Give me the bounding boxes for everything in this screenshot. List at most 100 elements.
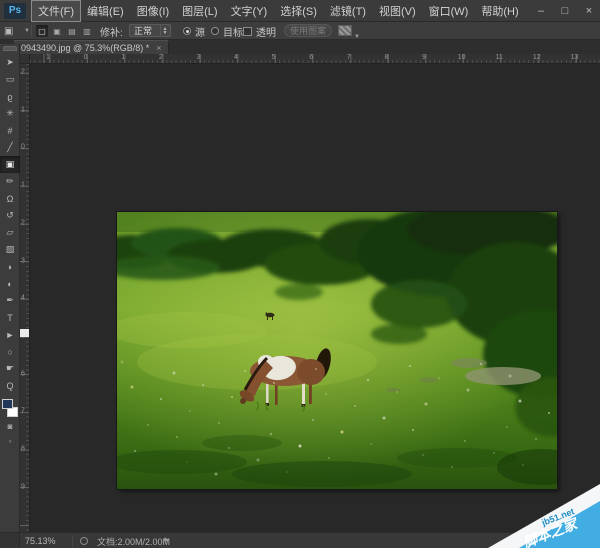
v-ruler-label: 3 (21, 257, 25, 264)
dodge-tool[interactable]: ◐ (0, 275, 20, 292)
h-ruler-label: 9 (422, 54, 426, 61)
brush-tool[interactable]: ✏ (0, 173, 20, 190)
menu-bar: 文件(F)编辑(E)图像(I)图层(L)文字(Y)选择(S)滤镜(T)视图(V)… (32, 0, 526, 21)
status-separator (72, 535, 73, 547)
status-corner (0, 533, 20, 548)
v-ruler-label: 0 (21, 144, 25, 151)
v-ruler-label: 1 (21, 106, 25, 113)
status-circle-icon (80, 537, 88, 545)
move-tool[interactable]: ➤ (0, 54, 20, 71)
patch-mode-value: 正常 (134, 24, 152, 37)
document-size-info[interactable]: 文档:2.00M/2.00M (97, 535, 170, 548)
h-ruler-label: 6 (309, 54, 313, 61)
type-tool[interactable]: T (0, 309, 20, 326)
horse-meadow-photo (117, 212, 557, 489)
document-tab-bar: 0943490.jpg @ 75.3%(RGB/8) * × (0, 40, 600, 54)
dropdown-spinner-icon[interactable]: ▲▼ (160, 25, 169, 36)
h-ruler-label: 11 (496, 54, 503, 61)
crop-tool[interactable]: # (0, 122, 20, 139)
h-ruler-label: 13 (570, 54, 578, 61)
pattern-swatch[interactable] (338, 25, 352, 36)
lasso-tool[interactable]: ϱ (0, 88, 20, 105)
menu-item-3[interactable]: 图层(L) (176, 1, 223, 21)
hand-tool[interactable]: ☛ (0, 360, 20, 377)
h-ruler-label: 7 (347, 54, 351, 61)
history-brush-tool[interactable]: ↺ (0, 207, 20, 224)
gradient-tool[interactable]: ▧ (0, 241, 20, 258)
h-ruler-label: 4 (234, 54, 238, 61)
ruler-marker (20, 329, 29, 337)
eraser-tool[interactable]: ▱ (0, 224, 20, 241)
marquee-tool[interactable]: ▭ (0, 71, 20, 88)
v-ruler-label: 6 (21, 370, 25, 377)
destination-radio-label: 目标 (223, 24, 243, 39)
v-ruler-label: 8 (21, 446, 25, 453)
zoom-tool[interactable]: Q (0, 377, 20, 394)
source-radio-label: 源 (195, 24, 205, 39)
menu-item-6[interactable]: 滤镜(T) (324, 1, 372, 21)
use-pattern-button[interactable]: 使用图案 (284, 24, 332, 37)
photoshop-logo-icon: Ps (4, 3, 26, 19)
status-popup-arrow-icon[interactable]: ► (163, 535, 171, 544)
h-ruler-label: 3 (196, 54, 200, 61)
v-ruler-label: 9 (21, 483, 25, 490)
v-ruler-label: 4 (21, 295, 25, 302)
patch-mode-dropdown[interactable]: 正常 ▲▼ (129, 24, 171, 37)
ruler-corner (20, 54, 30, 64)
canvas-image[interactable] (117, 212, 557, 489)
h-ruler-label: 2 (159, 54, 163, 61)
menu-item-4[interactable]: 文字(Y) (225, 1, 274, 21)
menu-item-0[interactable]: 文件(F) (32, 1, 80, 21)
menu-item-2[interactable]: 图像(I) (131, 1, 175, 21)
intersect-selection-icon[interactable]: ▥ (81, 25, 93, 37)
radio-unselected-icon (211, 27, 219, 35)
tools-panel: ➤▭ϱ✳#╱▣✏Ω↺▱▧◗◐✒T►○☛Q ◙ ▫ (0, 44, 20, 532)
v-ruler[interactable]: 210123456789 (20, 64, 30, 532)
menu-item-8[interactable]: 窗口(W) (423, 1, 475, 21)
eyedropper-tool[interactable]: ╱ (0, 139, 20, 156)
screen-mode-button[interactable]: ▫ (0, 434, 20, 449)
add-selection-icon[interactable]: ▣ (51, 25, 63, 37)
v-ruler-label: 2 (21, 219, 25, 226)
minimize-button[interactable]: – (534, 5, 548, 17)
tool-preset-arrow-icon[interactable]: ▼ (24, 22, 30, 40)
subtract-selection-icon[interactable]: ▤ (66, 25, 78, 37)
pasteboard (30, 64, 600, 532)
menu-item-5[interactable]: 选择(S) (274, 1, 323, 21)
source-radio[interactable]: 源 (183, 22, 205, 40)
h-ruler-label: 1 (121, 54, 125, 61)
zoom-level-field[interactable]: 75.13% (25, 535, 65, 547)
shape-tool[interactable]: ○ (0, 343, 20, 360)
h-ruler[interactable]: 1012345678910111213 (30, 54, 600, 64)
close-button[interactable]: × (582, 5, 596, 17)
foreground-color-swatch[interactable] (2, 399, 13, 409)
menu-item-1[interactable]: 编辑(E) (81, 1, 130, 21)
tool-preset-picker-icon[interactable]: ▣ (4, 22, 13, 40)
patch-tool[interactable]: ▣ (0, 156, 20, 173)
destination-radio[interactable]: 目标 (211, 22, 243, 40)
tab-close-icon[interactable]: × (156, 43, 161, 53)
menu-item-9[interactable]: 帮助(H) (475, 1, 524, 21)
color-swatches (0, 397, 20, 419)
quick-mask-button[interactable]: ◙ (0, 419, 20, 434)
clone-stamp-tool[interactable]: Ω (0, 190, 20, 207)
selection-mode-group: ▢▣▤▥ (36, 22, 93, 40)
maximize-button[interactable]: □ (558, 5, 572, 17)
v-ruler-label: 2 (21, 69, 25, 76)
h-ruler-label: 1 (46, 54, 50, 61)
new-selection-icon[interactable]: ▢ (36, 25, 48, 37)
tools-panel-collapse-icon[interactable] (3, 46, 17, 51)
blur-tool[interactable]: ◗ (0, 258, 20, 275)
options-separator (31, 25, 32, 37)
v-ruler-label: 7 (21, 408, 25, 415)
menu-item-7[interactable]: 视图(V) (373, 1, 422, 21)
h-ruler-label: 0 (84, 54, 88, 61)
quick-selection-tool[interactable]: ✳ (0, 105, 20, 122)
checkbox-icon (243, 27, 252, 36)
path-selection-tool[interactable]: ► (0, 326, 20, 343)
pen-tool[interactable]: ✒ (0, 292, 20, 309)
transparent-checkbox[interactable]: 透明 (243, 22, 276, 40)
document-tab[interactable]: 0943490.jpg @ 75.3%(RGB/8) * × (14, 40, 169, 54)
v-ruler-label: 1 (21, 182, 25, 189)
document-tab-title: 0943490.jpg @ 75.3%(RGB/8) * (21, 43, 149, 53)
